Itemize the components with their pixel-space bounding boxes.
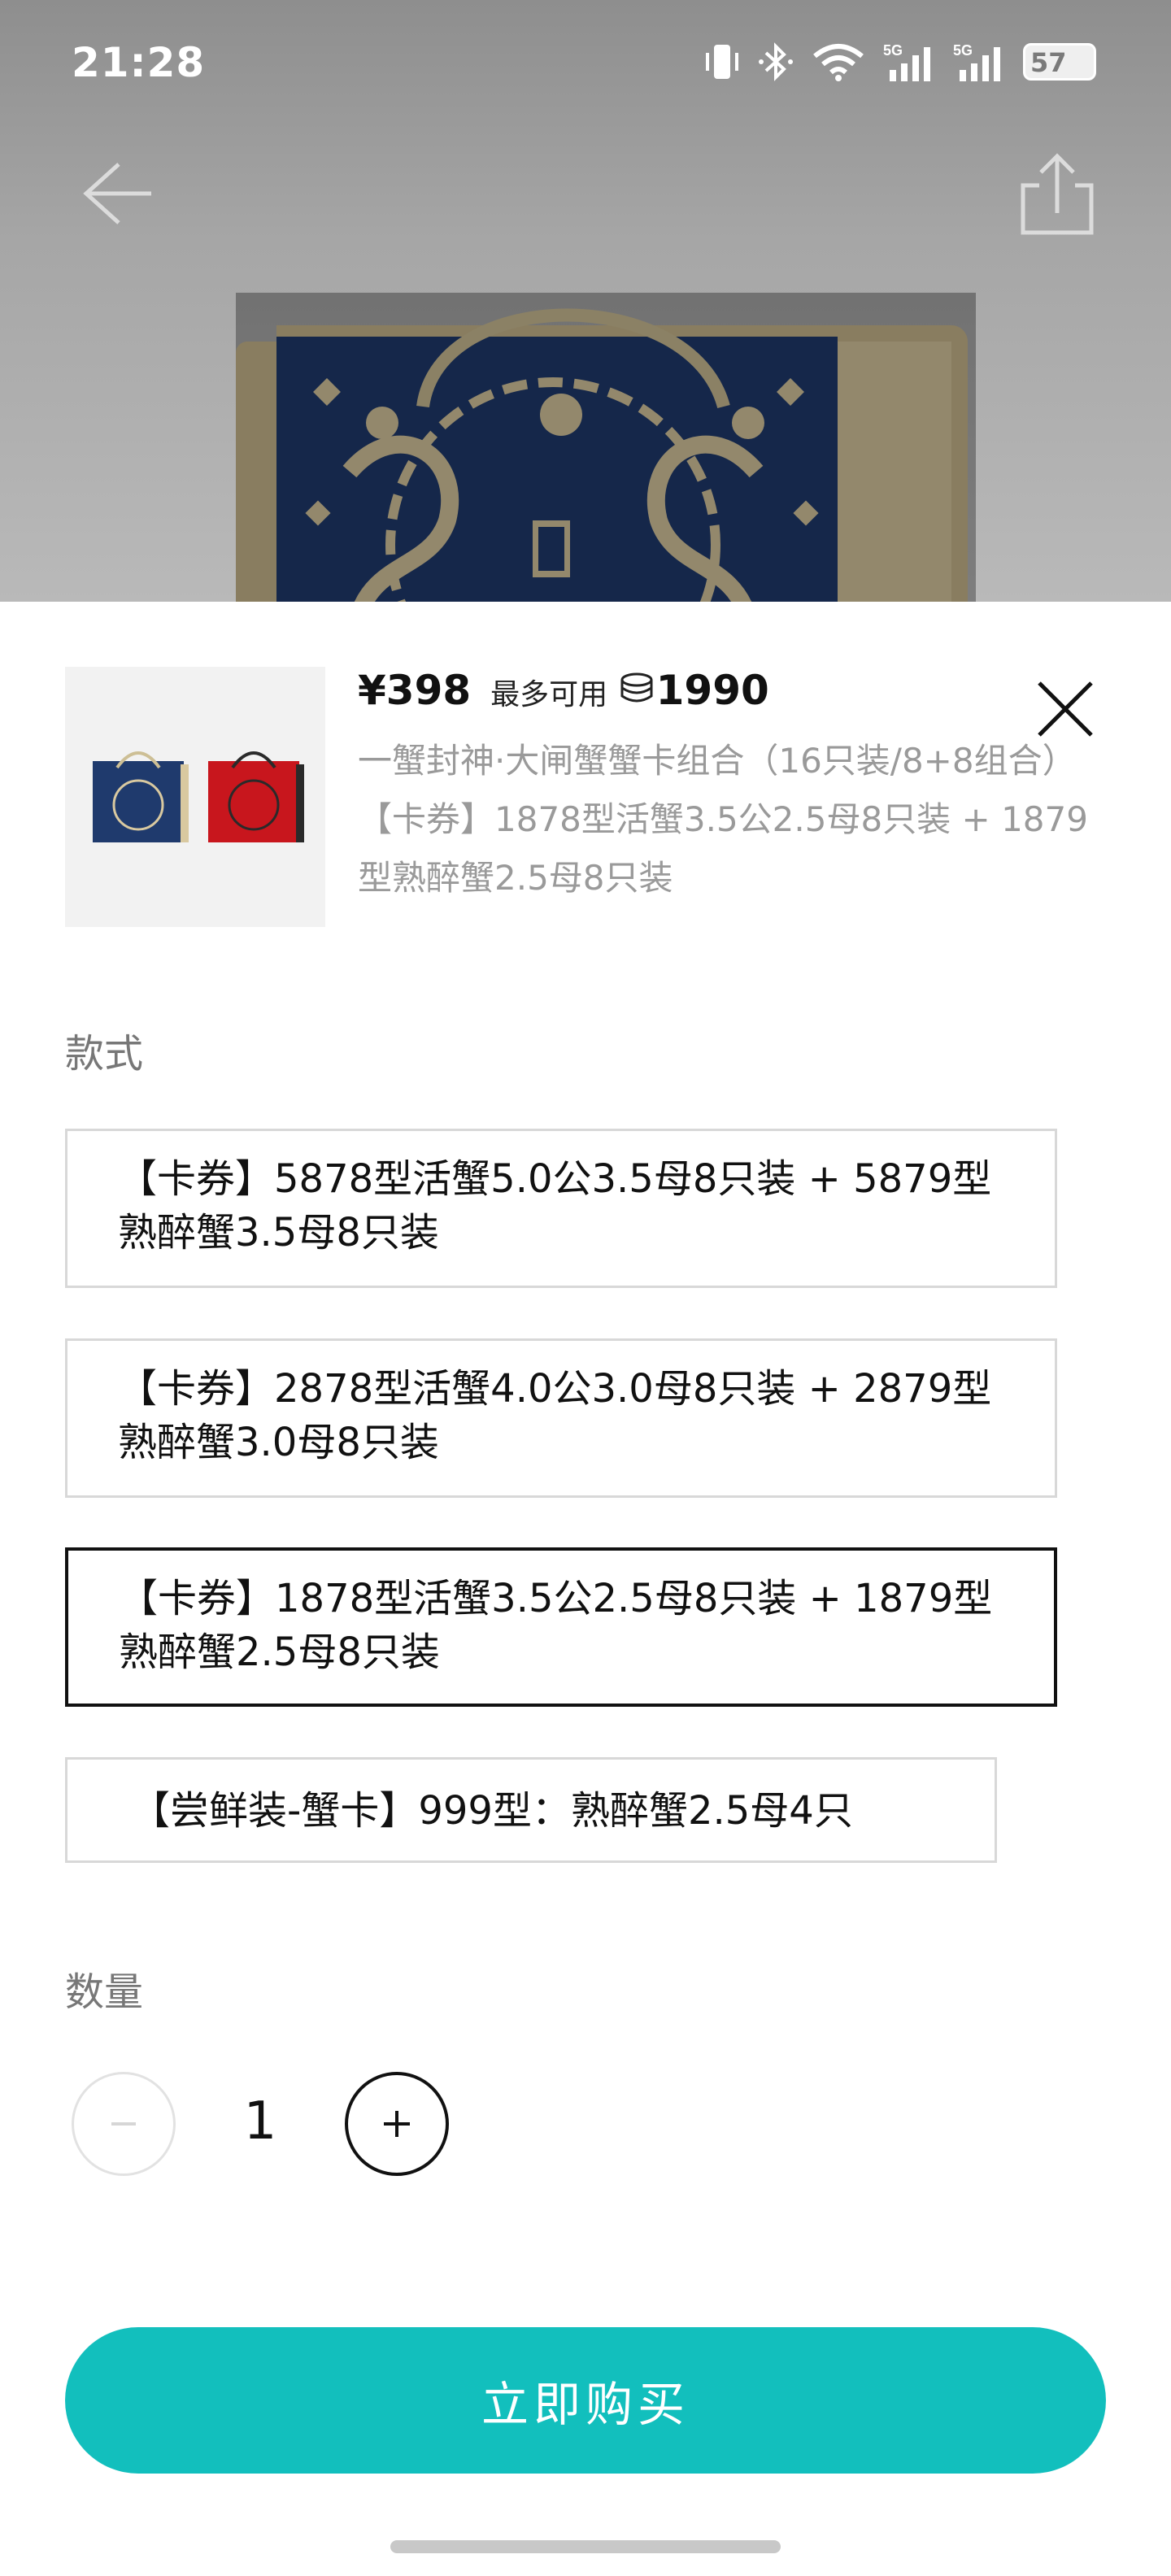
wifi-icon: [813, 44, 864, 81]
vibrate-icon: [706, 45, 738, 79]
battery-icon: 57: [1023, 43, 1096, 80]
quantity-value: 1: [243, 2091, 277, 2152]
price: ¥398: [358, 667, 472, 714]
points-value: 1990: [655, 667, 769, 714]
product-hero-image: 21:28 5G 5G 57: [0, 0, 1171, 602]
buy-now-button[interactable]: 立即购买: [65, 2327, 1106, 2474]
style-option-label: 【尝鲜装-蟹卡】999型：熟醉蟹2.5母4只: [131, 1788, 853, 1834]
status-bar: 21:28 5G 5G 57: [0, 0, 1171, 130]
quantity-decrease-button[interactable]: [72, 2072, 176, 2176]
battery-level: 57: [1030, 47, 1067, 78]
product-title: 一蟹封神·大闸蟹蟹卡组合（16只装/8+8组合）【卡券】1878型活蟹3.5公2…: [358, 741, 1088, 898]
bluetooth-icon: [759, 42, 793, 81]
product-thumbnail-image: [93, 751, 304, 842]
style-option-label: 【卡券】5878型活蟹5.0公3.5母8只装 + 5879型熟醉蟹3.5母8只装: [118, 1156, 992, 1255]
style-option-label: 【卡券】1878型活蟹3.5公2.5母8只装 + 1879型熟醉蟹2.5母8只装: [119, 1576, 993, 1675]
share-icon[interactable]: [1018, 153, 1096, 237]
points-label-text: 最多可用: [490, 678, 608, 711]
style-section-label: 款式: [65, 1031, 144, 1077]
coins-icon: [620, 672, 653, 703]
status-icons: 5G 5G 57: [704, 41, 1096, 83]
svg-text:5G: 5G: [883, 42, 903, 59]
style-option-selected[interactable]: 【卡券】1878型活蟹3.5公2.5母8只装 + 1879型熟醉蟹2.5母8只装: [65, 1547, 1057, 1707]
quantity-increase-button[interactable]: [345, 2072, 449, 2176]
close-icon[interactable]: [1031, 675, 1099, 743]
points-label: 最多可用 1990: [490, 667, 769, 714]
price-row: ¥398 最多可用 1990: [358, 667, 769, 714]
back-arrow-icon[interactable]: [78, 154, 156, 233]
status-time: 21:28: [72, 39, 206, 86]
product-box-illustration: [236, 293, 976, 602]
product-thumbnail: [65, 667, 325, 927]
style-option[interactable]: 【尝鲜装-蟹卡】999型：熟醉蟹2.5母4只: [65, 1757, 997, 1863]
home-indicator[interactable]: [390, 2540, 781, 2553]
signal-5g-icon: 5G: [883, 42, 930, 81]
svg-text:5G: 5G: [953, 42, 973, 59]
style-option[interactable]: 【卡券】5878型活蟹5.0公3.5母8只装 + 5879型熟醉蟹3.5母8只装: [65, 1129, 1057, 1288]
sku-selection-sheet: ¥398 最多可用 1990 一蟹封神·大闸蟹蟹卡组合（16只装/8+8组合）【…: [0, 602, 1171, 2576]
style-option[interactable]: 【卡券】2878型活蟹4.0公3.0母8只装 + 2879型熟醉蟹3.0母8只装: [65, 1338, 1057, 1498]
plus-icon: [384, 2111, 410, 2137]
signal-5g-icon: 5G: [953, 42, 1000, 81]
minus-icon: [111, 2122, 136, 2126]
style-option-label: 【卡券】2878型活蟹4.0公3.0母8只装 + 2879型熟醉蟹3.0母8只装: [118, 1366, 992, 1465]
quantity-section-label: 数量: [65, 1969, 144, 2015]
